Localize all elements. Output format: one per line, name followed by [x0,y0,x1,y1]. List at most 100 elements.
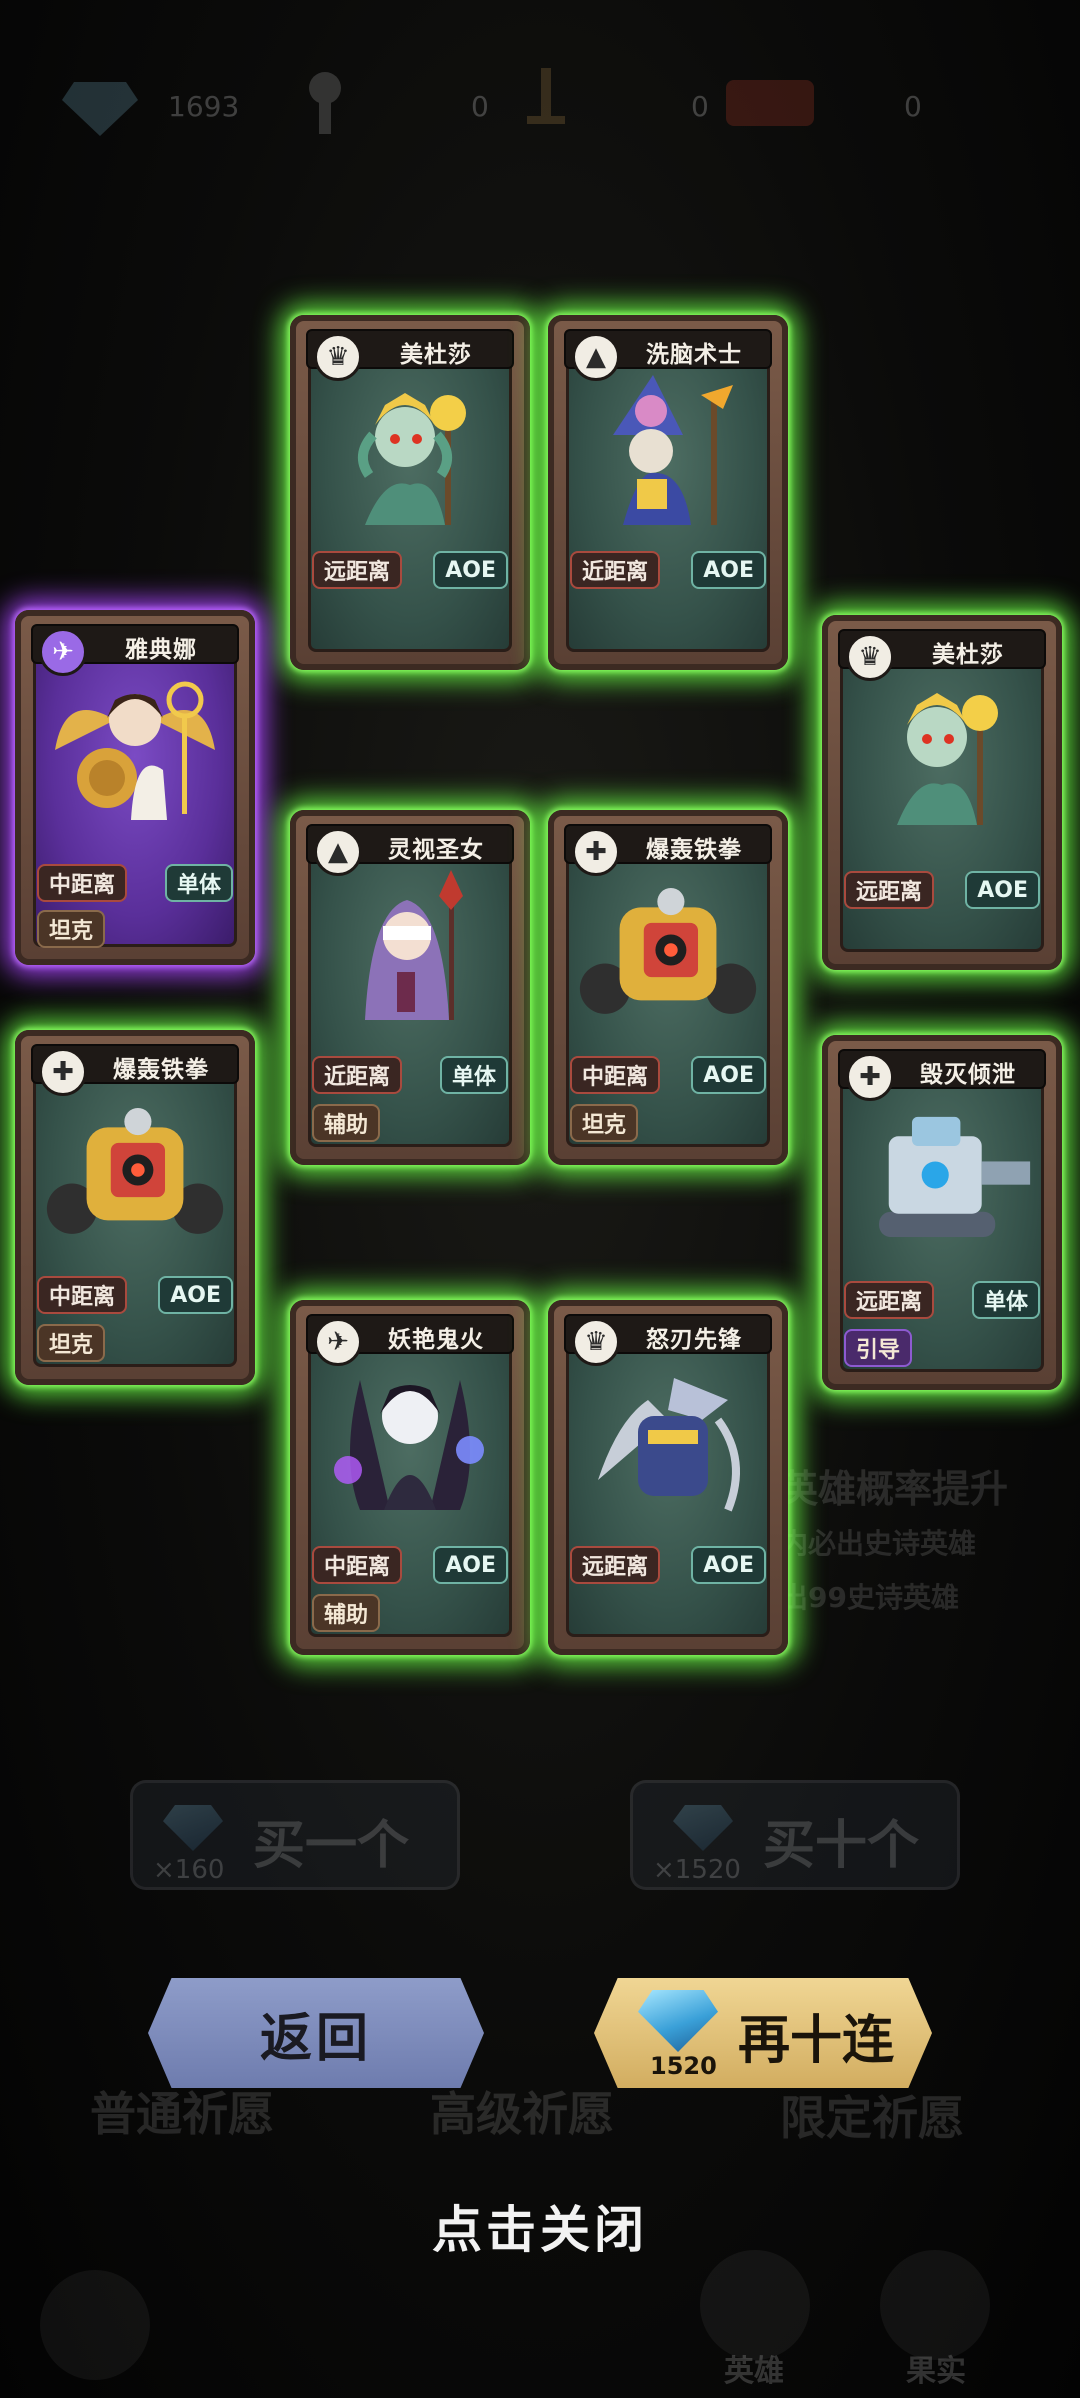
range-tag: 近距离 [312,1056,403,1094]
ghostfire-figure [334,1380,484,1510]
role-tag: 坦克 [37,1324,106,1362]
card-frame: ♛ 美杜莎 远距离 AOE [290,315,530,670]
hero-card[interactable]: ✈ 妖艳鬼火 中距离 AOE 辅助 [290,1300,530,1655]
hero-name: 毁灭倾泄 [920,1062,1016,1088]
hero-name: 爆轰铁拳 [646,837,742,863]
sword-icon [505,62,585,142]
seer-figure [365,870,463,1020]
hero-portrait [318,870,502,1030]
bg-gem-icon [673,1805,733,1851]
hero-name: 美杜莎 [400,342,472,368]
ticket-icon [720,62,820,142]
bg-buy-ten-button: 买十个 ×1520 [630,1780,960,1890]
range-tag: 中距离 [570,1056,661,1094]
role-tag: 引导 [844,1329,913,1367]
bg-gem-icon [163,1805,223,1851]
hero-name: 灵视圣女 [388,837,484,863]
role-tag: 辅助 [312,1594,381,1632]
summon-cost: 1520 [650,2052,717,2080]
summon-ten-again-label: 再十连 [738,2011,895,2071]
nav-fruits-label: 果实 [906,2354,966,2389]
card-frame: ✚ 爆轰铁拳 中距离 AOE 坦克 [15,1030,255,1385]
attack-type-tag: AOE [158,1276,233,1314]
role-tag: 坦克 [570,1104,639,1142]
attack-type-tag: AOE [691,1056,766,1094]
name-plate: ✈ 妖艳鬼火 [306,1314,514,1366]
card-frame: ♛ 怒刃先锋 远距离 AOE [548,1300,788,1655]
range-tag: 远距离 [570,1546,661,1584]
mech-figure [579,888,757,1014]
hero-name: 爆轰铁拳 [113,1057,209,1083]
bg-probability-text: 英雄概率提升 [780,1467,1009,1511]
name-plate: ✈ 雅典娜 [31,624,239,676]
name-plate: ▲ 灵视圣女 [306,824,514,876]
card-frame: ♛ 美杜莎 远距离 AOE [822,615,1062,970]
card-frame: ✚ 爆轰铁拳 中距离 AOE 坦克 [548,810,788,1165]
helmet-icon: ♛ [572,1318,620,1366]
key-icon [285,62,365,142]
range-tag: 近距离 [570,551,661,589]
resource-2-count: 0 [471,90,489,123]
hero-card[interactable]: ♛ 美杜莎 远距离 AOE [290,315,530,670]
hero-name: 雅典娜 [125,637,197,663]
hero-name: 美杜莎 [932,642,1004,668]
hero-portrait [576,870,760,1030]
hero-card[interactable]: ✈ 雅典娜 中距离 单体 坦克 [15,610,255,965]
summon-ten-again-button[interactable]: 1520 再十连 [594,1978,932,2088]
hero-portrait [850,1095,1034,1255]
range-tag: 中距离 [37,1276,128,1314]
gem-icon [60,62,140,142]
hero-card[interactable]: ✚ 爆轰铁拳 中距离 AOE 坦克 [15,1030,255,1385]
wing-icon: ✈ [314,1318,362,1366]
hero-portrait [850,675,1034,835]
range-tag: 中距离 [37,864,128,902]
gem-icon [638,1990,718,2052]
resource-3-count: 0 [691,90,709,123]
bg-tab-limited: 限定祈愿 [780,2091,964,2145]
name-plate: ✚ 爆轰铁拳 [31,1044,239,1096]
hero-card[interactable]: ✚ 爆轰铁拳 中距离 AOE 坦克 [548,810,788,1165]
mage-icon: ▲ [572,333,620,381]
hero-name: 洗脑术士 [646,342,742,368]
back-button[interactable]: 返回 [148,1978,484,2088]
helmet-icon: ♛ [846,633,894,681]
bg-buy-one-button: 买一个 ×160 [130,1780,460,1890]
range-tag: 远距离 [844,1281,935,1319]
name-plate: ▲ 洗脑术士 [564,329,772,381]
hero-card[interactable]: ▲ 灵视圣女 近距离 单体 辅助 [290,810,530,1165]
card-frame: ▲ 灵视圣女 近距离 单体 辅助 [290,810,530,1165]
resource-4-count: 0 [904,90,922,123]
card-frame: ✈ 雅典娜 中距离 单体 坦克 [15,610,255,965]
hero-portrait [576,375,760,535]
nav-hero-icon [700,2250,810,2360]
nav-fruit-icon [880,2250,990,2360]
bottom-nav: 英雄 果实 [0,2230,1080,2398]
attack-type-tag: 单体 [164,864,233,902]
hero-portrait [576,1360,760,1520]
wrench-icon: ✚ [572,828,620,876]
attack-type-tag: AOE [433,1546,508,1584]
hero-card[interactable]: ▲ 洗脑术士 近距离 AOE [548,315,788,670]
medusa-figure [358,393,466,525]
name-plate: ✚ 毁灭倾泄 [838,1049,1046,1101]
athena-figure [55,681,215,820]
bg-guarantee-text-2: 出99史诗英雄 [780,1581,959,1614]
wrench-icon: ✚ [846,1053,894,1101]
brainwasher-figure [613,375,733,525]
hero-card[interactable]: ♛ 美杜莎 远距离 AOE [822,615,1062,970]
attack-type-tag: AOE [433,551,508,589]
nav-heroes-label: 英雄 [724,2354,784,2389]
cannon-mech-figure [879,1116,1031,1237]
wrench-icon: ✚ [39,1048,87,1096]
name-plate: ♛ 美杜莎 [838,629,1046,681]
bg-buy-ten-cost: ×1520 [653,1855,741,1885]
hero-portrait [318,1360,502,1520]
hero-card[interactable]: ♛ 怒刃先锋 远距离 AOE [548,1300,788,1655]
hero-card[interactable]: ✚ 毁灭倾泄 远距离 单体 引导 [822,1035,1062,1390]
name-plate: ♛ 美杜莎 [306,329,514,381]
back-button-label: 返回 [259,2008,372,2069]
hero-name: 怒刃先锋 [646,1327,742,1353]
card-frame: ▲ 洗脑术士 近距离 AOE [548,315,788,670]
range-tag: 中距离 [312,1546,403,1584]
attack-type-tag: 单体 [439,1056,508,1094]
